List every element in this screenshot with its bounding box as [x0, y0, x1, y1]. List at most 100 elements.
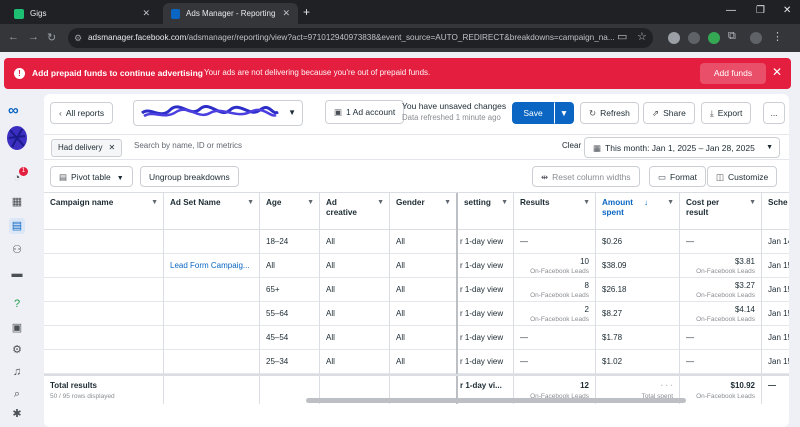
ad-account-selector[interactable]: ▼: [133, 100, 303, 126]
totals-schedule-cell: —: [768, 381, 776, 390]
ungroup-breakdowns-button[interactable]: Ungroup breakdowns: [140, 166, 239, 187]
news-icon[interactable]: ▣: [9, 320, 25, 336]
site-info-icon[interactable]: ⚙: [74, 28, 82, 48]
horizontal-scrollbar[interactable]: [306, 398, 686, 403]
help-icon[interactable]: ?: [9, 296, 25, 312]
remove-filter-icon[interactable]: ✕: [108, 143, 115, 152]
column-header-gender[interactable]: Gender ▼: [390, 193, 458, 230]
profile-avatar[interactable]: [750, 32, 762, 44]
column-header-ad-set-name[interactable]: Ad Set Name ▼: [164, 193, 260, 230]
column-header-schedule[interactable]: Sche: [762, 193, 789, 230]
forward-icon[interactable]: →: [28, 31, 39, 43]
extension-icon[interactable]: [688, 32, 700, 44]
close-tab-icon[interactable]: ✕: [282, 8, 290, 19]
share-label: Share: [663, 108, 686, 118]
billing-icon[interactable]: ▬: [9, 266, 25, 282]
prepaid-funds-alert: ! Add prepaid funds to continue advertis…: [4, 58, 791, 89]
back-icon[interactable]: ←: [8, 31, 19, 43]
column-header-amount-spent[interactable]: Amount spent ↓ ▼: [596, 193, 680, 230]
customize-button[interactable]: ◫ Customize: [707, 166, 778, 187]
close-window-icon[interactable]: ✕: [783, 5, 791, 16]
address-bar[interactable]: ⚙ adsmanager.facebook.com/adsmanager/rep…: [68, 28, 653, 48]
all-reports-button[interactable]: ‹ All reports: [50, 102, 114, 124]
sort-descending-icon[interactable]: ↓: [644, 198, 648, 208]
table-row[interactable]: 65+ All All r 1-day view 8 On-Facebook Le…: [44, 278, 789, 302]
browser-tab-gigs[interactable]: Gigs ✕: [6, 3, 158, 24]
reload-icon[interactable]: ↻: [47, 31, 56, 44]
table-row[interactable]: Lead Form Campaig... All All All r 1-day…: [44, 254, 789, 278]
close-alert-icon[interactable]: ✕: [772, 65, 782, 79]
pivot-icon: ▤: [59, 172, 68, 182]
adset-name-link[interactable]: Lead Form Campaig...: [164, 254, 260, 278]
column-label: Gender: [396, 198, 425, 207]
bell-icon[interactable]: ♫: [9, 364, 25, 380]
table-row[interactable]: 18–24 All All r 1-day view — $0.26 — Jan…: [44, 230, 789, 254]
amount-spent-cell: $1.02: [596, 350, 680, 374]
maximize-icon[interactable]: ❐: [756, 5, 765, 16]
sort-dropdown-icon[interactable]: ▼: [583, 198, 590, 208]
refresh-button[interactable]: ↻ Refresh: [580, 102, 639, 124]
sort-dropdown-icon[interactable]: ▼: [667, 198, 674, 208]
report-panel: ‹ All reports ▼ ▣ 1 Ad account You have un…: [44, 94, 789, 427]
column-header-results[interactable]: Results ▼: [514, 193, 596, 230]
clear-filters-link[interactable]: Clear: [562, 141, 581, 150]
totals-cpr-type: On-Facebook Leads: [696, 393, 755, 400]
column-header-ad-creative[interactable]: Ad creative ▼: [320, 193, 390, 230]
format-button[interactable]: ▭ Format: [649, 166, 706, 187]
column-header-campaign-name[interactable]: Campaign name ▼: [44, 193, 164, 230]
new-tab-icon[interactable]: +: [303, 5, 310, 19]
account-avatar[interactable]: [7, 126, 27, 150]
browser-tab-ads-manager[interactable]: Ads Manager - Reporting - View ✕: [163, 3, 298, 24]
extensions-icon[interactable]: ⧉: [728, 30, 736, 43]
bookmark-icon[interactable]: ☆: [637, 30, 647, 43]
sort-dropdown-icon[interactable]: ▼: [444, 198, 451, 208]
table-row[interactable]: 25–34 All All r 1-day view — $1.02 — Jan…: [44, 350, 789, 374]
table-row[interactable]: 55–64 All All r 1-day view 2 On-Facebook …: [44, 302, 789, 326]
table-icon[interactable]: ▦: [9, 194, 25, 210]
column-header-cost-per-result[interactable]: Cost per result ▼: [680, 193, 762, 230]
sort-dropdown-icon[interactable]: ▼: [307, 198, 314, 208]
grammarly-icon[interactable]: [708, 32, 720, 44]
search-input[interactable]: Search by name, ID or metrics: [134, 141, 242, 150]
close-tab-icon[interactable]: ✕: [142, 8, 150, 19]
save-options-button[interactable]: ▼: [554, 102, 574, 124]
table-toolbar: ▤ Pivot table ▼ Ungroup breakdowns ⇹ Reset …: [44, 162, 789, 192]
export-label: Export: [717, 108, 743, 118]
setting-cell: r 1-day view: [458, 278, 514, 302]
column-header-attribution-setting[interactable]: setting ▼: [458, 193, 514, 230]
date-range-picker[interactable]: ▦ This month: Jan 1, 2025 – Jan 28, 2025 ▼: [584, 137, 780, 158]
save-button[interactable]: Save: [512, 102, 554, 124]
sort-dropdown-icon[interactable]: ▼: [151, 198, 158, 208]
extension-icon[interactable]: [668, 32, 680, 44]
sort-dropdown-icon[interactable]: ▼: [247, 198, 254, 208]
filter-chip-had-delivery[interactable]: Had delivery ✕: [51, 139, 123, 157]
table-row[interactable]: 45–54 All All r 1-day view — $1.78 — Jan…: [44, 326, 789, 350]
filter-bar: Had delivery ✕ Search by name, ID or metr…: [44, 134, 789, 160]
bug-icon[interactable]: ✱: [9, 406, 25, 422]
export-button[interactable]: ⤓ Export: [701, 102, 752, 124]
sort-dropdown-icon[interactable]: ▼: [377, 198, 384, 208]
share-button[interactable]: ⇗ Share: [643, 102, 695, 124]
chevron-down-icon: ▼: [766, 144, 773, 151]
schedule-cell: Jan 15: [768, 285, 789, 294]
minimize-icon[interactable]: —: [726, 5, 736, 16]
settings-icon[interactable]: ⚙: [9, 342, 25, 358]
column-header-age[interactable]: Age ▼: [260, 193, 320, 230]
reset-column-widths-button[interactable]: ⇹ Reset column widths: [532, 166, 640, 187]
browser-menu-icon[interactable]: ⋮: [772, 30, 783, 43]
audiences-icon[interactable]: ⚇: [9, 242, 25, 258]
notifications-icon[interactable]: ◔ 1: [9, 167, 28, 186]
sort-dropdown-icon[interactable]: ▼: [501, 198, 508, 208]
add-funds-button[interactable]: Add funds: [700, 63, 766, 84]
column-label: Cost per result: [686, 198, 720, 217]
reports-icon[interactable]: ▤: [9, 218, 25, 234]
ad-account-count-button[interactable]: ▣ 1 Ad account: [325, 100, 405, 124]
pivot-table-button[interactable]: ▤ Pivot table ▼: [50, 166, 133, 187]
search-icon[interactable]: ⌕: [9, 386, 25, 402]
meta-logo-icon[interactable]: ∞: [8, 102, 19, 119]
all-reports-label: All reports: [65, 108, 105, 118]
more-options-button[interactable]: ...: [763, 102, 785, 124]
cast-icon[interactable]: ▭: [617, 30, 627, 43]
amount-spent-cell: $0.26: [596, 230, 680, 254]
sort-dropdown-icon[interactable]: ▼: [749, 198, 756, 208]
